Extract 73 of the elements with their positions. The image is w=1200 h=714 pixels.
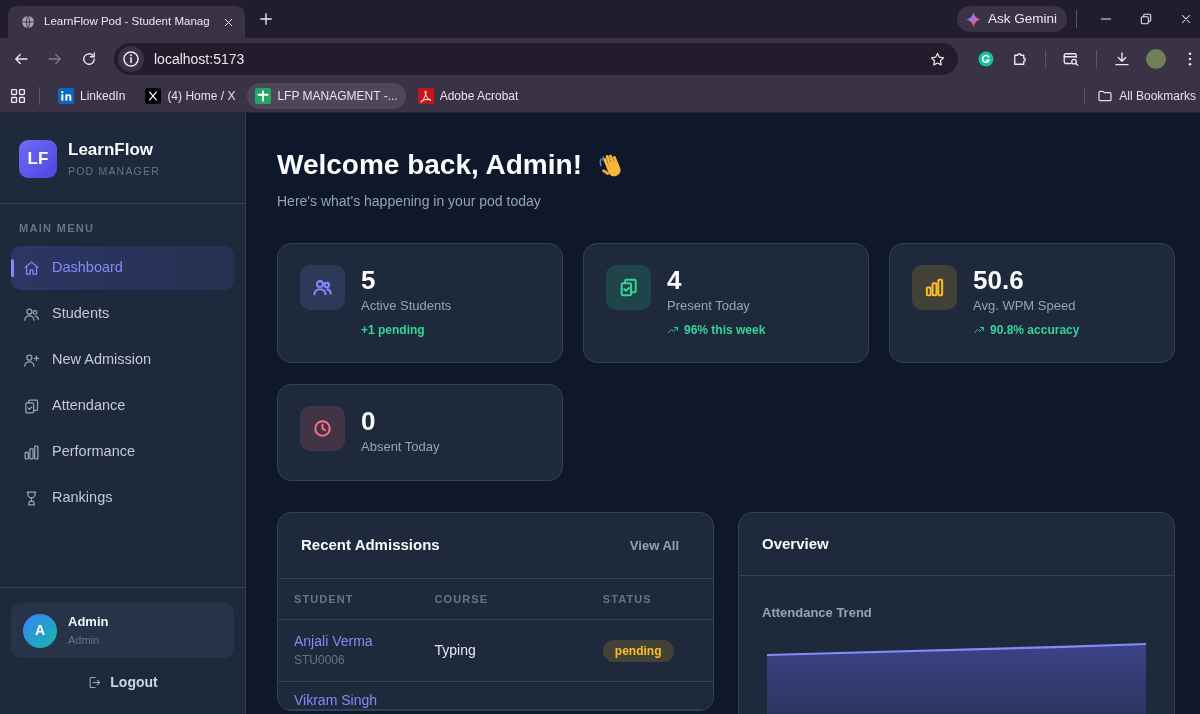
acrobat-logo-icon	[417, 88, 434, 104]
puzzle-icon[interactable]	[1011, 50, 1029, 68]
sidebar-item[interactable]: Dashboard	[11, 246, 234, 290]
stat-label: Absent Today	[361, 438, 440, 456]
bookmark-link[interactable]: LFP MANAGMENT -...	[247, 83, 406, 109]
course-cell: Typing	[434, 642, 476, 658]
bookmark-link[interactable]: Adobe Acrobat	[409, 83, 527, 109]
clipboard-check-icon	[606, 265, 651, 310]
card-title: Overview	[762, 533, 829, 554]
sidebar-item[interactable]: Rankings	[11, 476, 234, 520]
column-header: COURSE	[434, 592, 489, 605]
logout-button[interactable]: Logout	[81, 668, 164, 696]
all-bookmarks-button[interactable]: All Bookmarks	[1089, 83, 1200, 109]
brand-tagline: POD MANAGER	[68, 165, 160, 178]
window-search-icon[interactable]	[1062, 50, 1080, 68]
page-heading: Welcome back, Admin!	[277, 148, 582, 182]
sparkle-icon	[964, 10, 982, 28]
clipboard-check-icon	[23, 397, 40, 415]
student-name-link[interactable]: Anjali Verma	[294, 632, 403, 650]
stat-note: +1 pending	[361, 322, 425, 338]
menu-section-heading: MAIN MENU	[19, 222, 95, 234]
bar-chart-icon	[23, 443, 40, 461]
sidebar-item[interactable]: New Admission	[11, 338, 234, 382]
status-badge: pending	[602, 640, 674, 662]
page-subtitle: Here's what's happening in your pod today	[277, 193, 541, 209]
bar-chart-icon	[912, 265, 957, 310]
stat-note: 90.8% accuracy	[990, 322, 1080, 338]
folder-icon	[1097, 88, 1114, 104]
user-avatar: A	[23, 613, 57, 648]
x-logo-icon	[145, 88, 162, 104]
stat-value: 0	[361, 406, 377, 436]
profile-avatar[interactable]	[1146, 49, 1166, 69]
column-header: STUDENT	[294, 592, 354, 605]
info-icon[interactable]	[118, 46, 144, 72]
app-logo: LF	[19, 140, 57, 178]
browser-tab[interactable]: LearnFlow Pod - Student Manag	[8, 6, 245, 38]
globe-icon	[20, 14, 36, 30]
stat-value: 5	[361, 265, 377, 295]
linkedin-logo-icon	[58, 88, 74, 104]
column-header: STATUS	[602, 592, 652, 605]
g-circle-icon[interactable]	[977, 50, 995, 68]
people-icon	[300, 265, 345, 310]
reload-icon[interactable]	[80, 50, 98, 68]
spreadsheet-icon	[255, 88, 272, 104]
download-icon[interactable]	[1113, 50, 1131, 68]
user-role: Admin	[68, 633, 101, 647]
ask-gemini-button[interactable]: Ask Gemini	[956, 6, 1067, 32]
restore-icon[interactable]	[1139, 12, 1153, 26]
home-icon	[23, 259, 40, 277]
card-title: Recent Admissions	[301, 535, 440, 556]
bookmark-link[interactable]: (4) Home / X	[137, 83, 244, 109]
user-name: Admin	[68, 614, 109, 630]
bookmark-link[interactable]: LinkedIn	[50, 83, 134, 109]
stat-label: Present Today	[667, 297, 751, 315]
stat-label: Avg. WPM Speed	[973, 297, 1077, 315]
student-name-link[interactable]: Vikram Singh	[294, 690, 403, 709]
bookmark-star-icon[interactable]	[929, 50, 946, 68]
stat-label: Active Students	[361, 297, 452, 315]
sidebar-item[interactable]: Attendance	[11, 384, 234, 428]
view-all-button[interactable]: View All	[619, 531, 689, 560]
student-id: STU0006	[294, 653, 346, 668]
brand-name: LearnFlow	[68, 140, 154, 160]
address-field[interactable]: localhost:5173	[114, 43, 958, 75]
sidebar-item[interactable]: Performance	[11, 430, 234, 474]
logout-icon	[87, 674, 103, 690]
stat-value: 50.6	[973, 265, 1025, 295]
stat-note: 96% this week	[684, 322, 766, 338]
close-window-icon[interactable]	[1179, 12, 1193, 26]
apps-grid-icon[interactable]	[9, 87, 27, 105]
chart-title: Attendance Trend	[762, 605, 872, 620]
stat-value: 4	[667, 265, 683, 295]
sidebar-item[interactable]: Students	[11, 292, 234, 336]
clock-icon	[300, 406, 345, 451]
